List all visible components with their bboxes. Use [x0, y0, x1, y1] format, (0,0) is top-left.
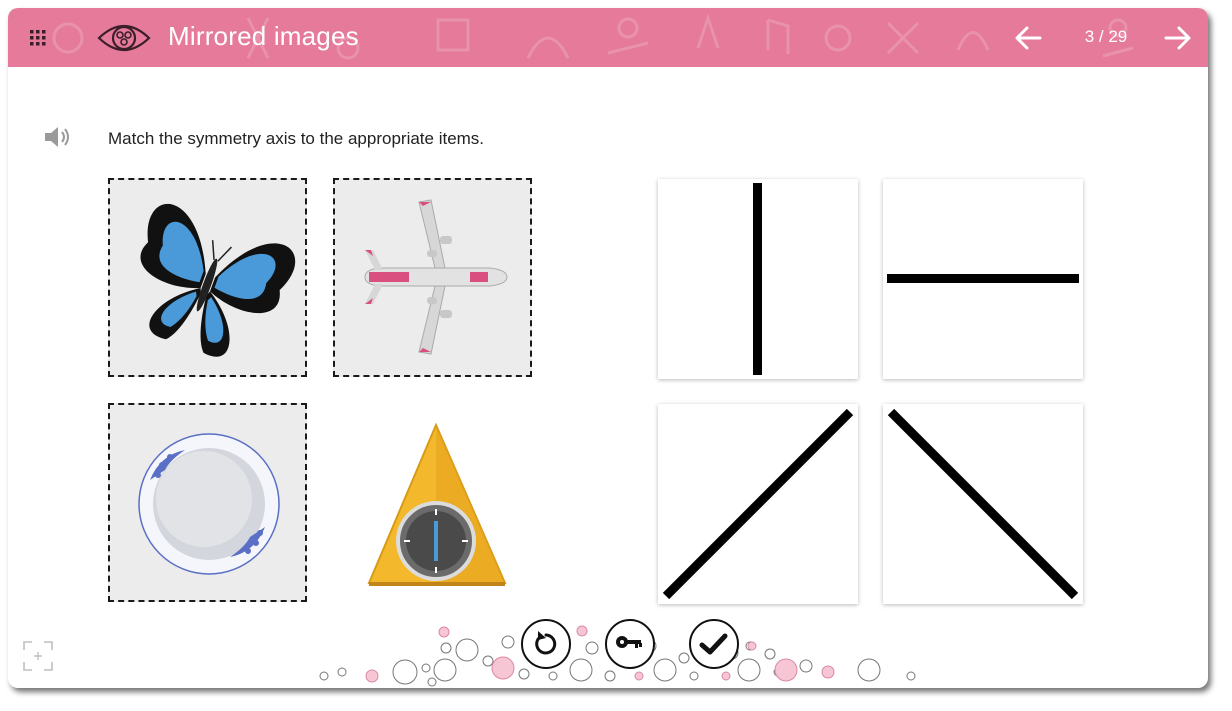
diagonal-falling-axis-icon	[887, 408, 1079, 600]
speaker-button[interactable]	[42, 124, 74, 150]
triangle-clock-item[interactable]	[333, 403, 537, 607]
drop-slot-airplane[interactable]	[333, 178, 532, 377]
axis-card-diagonal-falling[interactable]	[883, 404, 1083, 604]
axis-card-vertical[interactable]	[658, 179, 858, 379]
axis-card-diagonal-rising[interactable]	[658, 404, 858, 604]
plate-image	[138, 433, 280, 575]
prev-button[interactable]	[1012, 23, 1044, 53]
diagonal-rising-axis-icon	[662, 408, 854, 600]
eye-icon	[97, 24, 151, 52]
arrow-left-icon	[1015, 26, 1042, 50]
horizontal-axis-icon	[887, 274, 1079, 283]
triangle-clock-image	[367, 422, 507, 586]
key-icon	[616, 636, 642, 648]
page-title: Mirrored images	[168, 21, 359, 51]
header-bar: Mirrored images 3 / 29	[8, 8, 1208, 67]
fullscreen-button[interactable]	[22, 640, 54, 672]
check-button[interactable]	[689, 619, 739, 669]
reset-button[interactable]	[521, 619, 571, 669]
fullscreen-icon	[23, 641, 53, 671]
arrow-right-icon	[1164, 26, 1191, 50]
vertical-axis-icon	[753, 183, 762, 375]
app-window: Mirrored images 3 / 29 Match the symmetr…	[8, 8, 1208, 688]
instruction-text: Match the symmetry axis to the appropria…	[108, 129, 485, 148]
drop-slot-butterfly[interactable]	[108, 178, 307, 377]
reset-icon	[535, 631, 557, 655]
check-icon	[699, 633, 728, 655]
next-button[interactable]	[1162, 23, 1194, 53]
page-counter: 3 / 29	[1084, 27, 1128, 46]
butterfly-image	[140, 204, 296, 357]
airplane-image	[364, 199, 508, 355]
grid-menu-icon	[30, 30, 46, 46]
axis-card-horizontal[interactable]	[883, 179, 1083, 379]
menu-button[interactable]	[24, 24, 52, 52]
drop-slot-plate[interactable]	[108, 403, 307, 602]
show-answer-button[interactable]	[605, 619, 655, 669]
speaker-icon	[45, 127, 69, 147]
